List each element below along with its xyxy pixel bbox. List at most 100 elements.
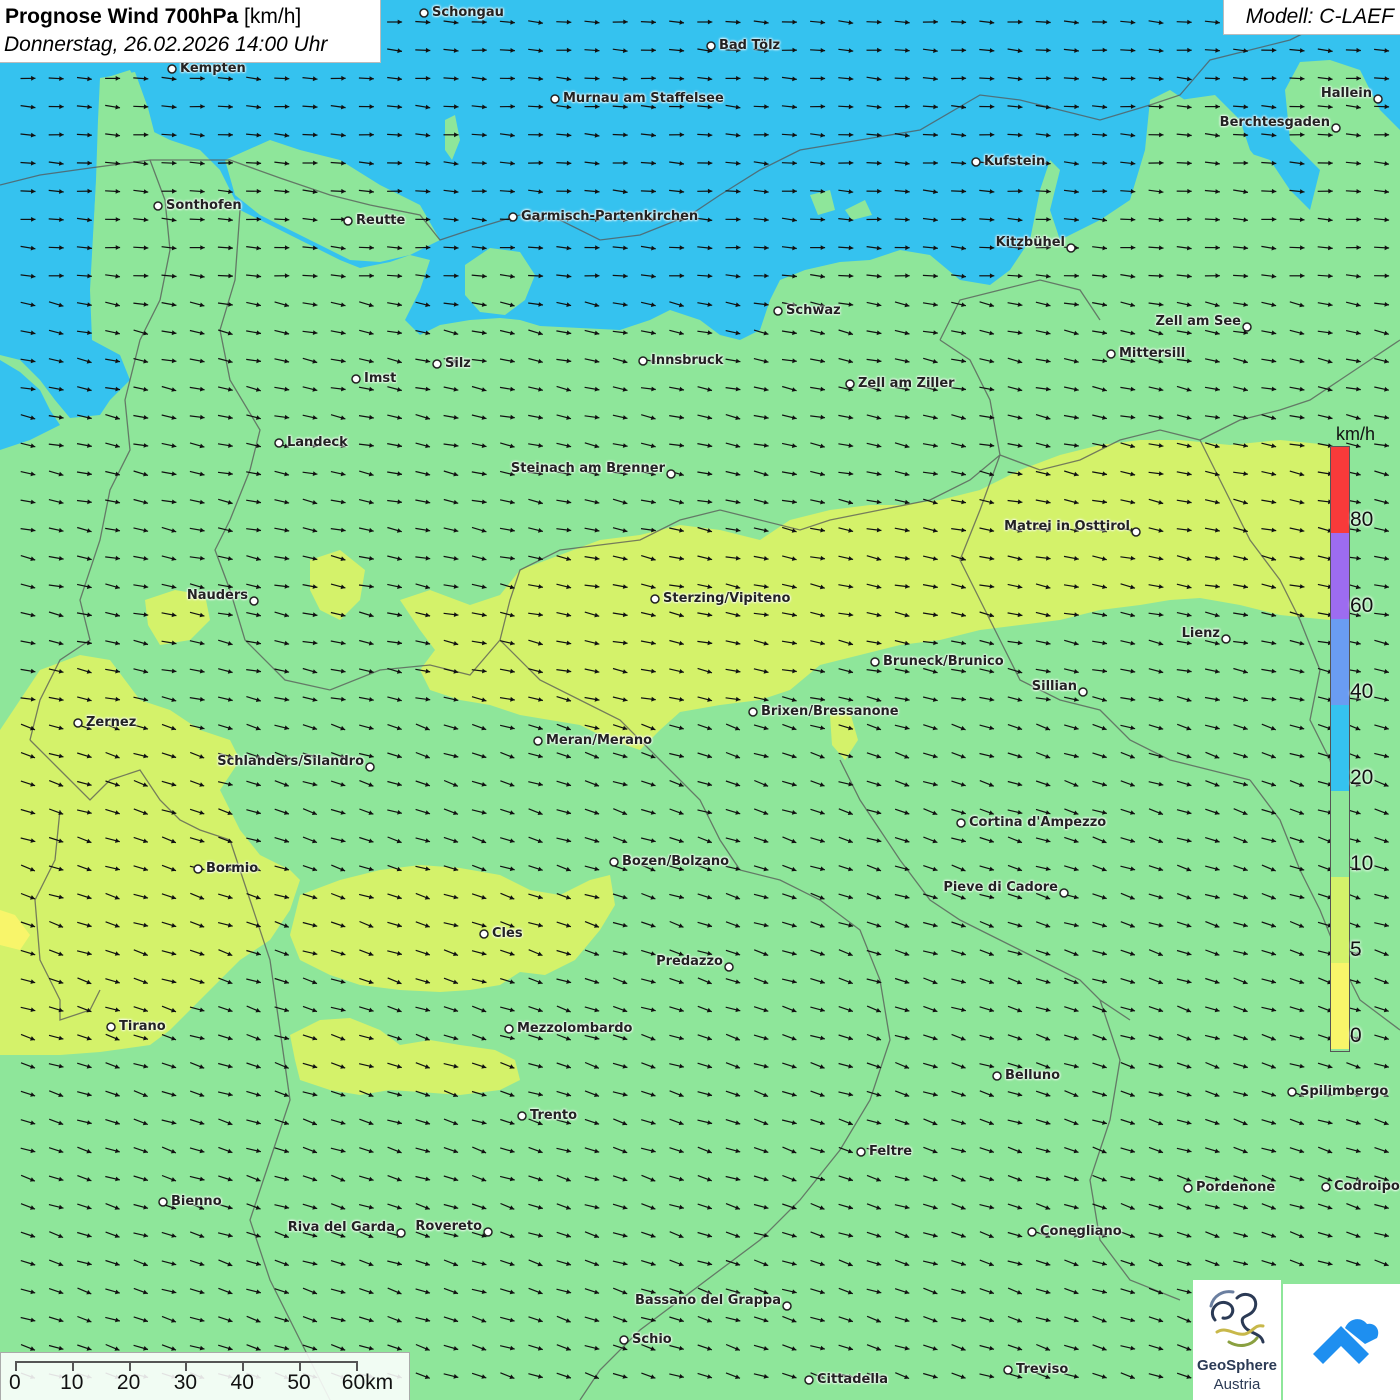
city-marker[interactable]: [517, 1111, 527, 1121]
scale-label: 50: [287, 1371, 311, 1394]
scale-label: 40: [230, 1371, 254, 1394]
legend-label: 60: [1350, 594, 1374, 617]
title-box: Prognose Wind 700hPa [km/h] Donnerstag, …: [0, 0, 381, 63]
color-legend: km/h 80 60 40 20 10 5 0: [1328, 422, 1398, 1054]
city-marker[interactable]: [351, 374, 361, 384]
city-marker[interactable]: [638, 356, 648, 366]
city-marker[interactable]: [533, 736, 543, 746]
city-marker[interactable]: [365, 762, 375, 772]
city-label: Bozen/Bolzano: [622, 854, 730, 869]
legend-swatch: [1331, 791, 1349, 877]
model-box: Modell: C-LAEF: [1223, 0, 1400, 35]
city-marker[interactable]: [956, 818, 966, 828]
model-label: Modell: C-LAEF: [1245, 5, 1394, 28]
city-marker[interactable]: [396, 1228, 406, 1238]
city-label: Brixen/Bressanone: [761, 704, 899, 719]
city-marker[interactable]: [1287, 1087, 1297, 1097]
legend-label: 10: [1350, 852, 1374, 875]
city-marker[interactable]: [167, 64, 177, 74]
scale-label: 30: [173, 1371, 198, 1394]
city-marker[interactable]: [971, 157, 981, 167]
city-marker[interactable]: [724, 962, 734, 972]
legend-label: 80: [1350, 508, 1374, 531]
city-label: Feltre: [869, 1144, 913, 1159]
city-marker[interactable]: [274, 438, 284, 448]
city-marker[interactable]: [619, 1335, 629, 1345]
wind-forecast-map: Schongau Bad Tölz Kempten Murnau am Staffel…: [0, 0, 1400, 1400]
cloud-chevron-icon: [1313, 1319, 1379, 1364]
city-label: Hallein: [1320, 86, 1372, 101]
geosphere-logo-line2: Austria: [1213, 1376, 1261, 1393]
city-marker[interactable]: [1221, 634, 1231, 644]
city-marker[interactable]: [666, 469, 676, 479]
city-marker[interactable]: [782, 1301, 792, 1311]
city-label: Berchtesgaden: [1219, 115, 1330, 130]
city-label: Steinach am Brenner: [510, 461, 665, 476]
city-marker[interactable]: [856, 1147, 866, 1157]
city-marker[interactable]: [1242, 322, 1252, 332]
city-label: Codroipo: [1334, 1179, 1400, 1194]
city-label: Schwaz: [786, 303, 841, 318]
map-title: Prognose Wind 700hPa [km/h]: [5, 5, 301, 29]
city-marker[interactable]: [193, 864, 203, 874]
city-label: Schio: [632, 1332, 672, 1347]
city-marker[interactable]: [1078, 687, 1088, 697]
city-marker[interactable]: [153, 201, 163, 211]
city-label: Cles: [492, 926, 523, 941]
city-marker[interactable]: [1321, 1182, 1331, 1192]
city-marker[interactable]: [804, 1375, 814, 1385]
city-label: Bassano del Grappa: [635, 1293, 781, 1308]
city-marker[interactable]: [1106, 349, 1116, 359]
city-label: Bruneck/Brunico: [883, 654, 1004, 669]
city-marker[interactable]: [483, 1227, 493, 1237]
city-label: Innsbruck: [651, 353, 724, 368]
city-marker[interactable]: [479, 929, 489, 939]
title-unit: [km/h]: [244, 5, 302, 28]
city-marker[interactable]: [1003, 1365, 1013, 1375]
city-marker[interactable]: [106, 1022, 116, 1032]
city-label: Mittersill: [1119, 346, 1186, 361]
city-label: Cortina d'Ampezzo: [969, 815, 1107, 830]
city-label: Riva del Garda: [287, 1220, 395, 1235]
city-label: Garmisch-Partenkirchen: [521, 209, 699, 224]
city-label: Spilimbergo: [1300, 1084, 1389, 1099]
city-marker[interactable]: [73, 718, 83, 728]
city-marker[interactable]: [1059, 888, 1069, 898]
weather-app-logo[interactable]: [1283, 1284, 1400, 1400]
city-marker[interactable]: [773, 306, 783, 316]
city-label: Pordenone: [1196, 1180, 1276, 1195]
geosphere-logo[interactable]: GeoSphere Austria: [1193, 1280, 1281, 1400]
title-main: Prognose Wind 700hPa: [5, 5, 239, 28]
city-label: Zell am See: [1155, 314, 1241, 329]
city-label: Sillian: [1031, 679, 1077, 694]
city-label: Silz: [445, 356, 471, 371]
city-marker[interactable]: [845, 379, 855, 389]
city-marker[interactable]: [550, 94, 560, 104]
city-label: Matrei in Osttirol: [1004, 519, 1130, 534]
legend-label: 0: [1350, 1024, 1362, 1047]
city-marker[interactable]: [1066, 243, 1076, 253]
city-label: Cittadella: [817, 1372, 889, 1387]
city-marker[interactable]: [419, 8, 429, 18]
city-marker[interactable]: [158, 1197, 168, 1207]
city-marker[interactable]: [1373, 94, 1383, 104]
city-marker[interactable]: [748, 707, 758, 717]
city-marker[interactable]: [1131, 527, 1141, 537]
city-marker[interactable]: [1183, 1183, 1193, 1193]
city-marker[interactable]: [609, 857, 619, 867]
city-marker[interactable]: [1027, 1227, 1037, 1237]
city-marker[interactable]: [650, 594, 660, 604]
city-marker[interactable]: [992, 1071, 1002, 1081]
city-marker[interactable]: [706, 41, 716, 51]
legend-unit: km/h: [1336, 424, 1376, 444]
scale-tick: [128, 1361, 131, 1371]
city-marker[interactable]: [1331, 123, 1341, 133]
city-marker[interactable]: [432, 359, 442, 369]
city-marker[interactable]: [249, 596, 259, 606]
city-marker[interactable]: [508, 212, 518, 222]
city-marker[interactable]: [504, 1024, 514, 1034]
city-marker[interactable]: [870, 657, 880, 667]
city-marker[interactable]: [343, 216, 353, 226]
scale-label: 20: [116, 1371, 141, 1394]
geosphere-logo-line1: GeoSphere: [1196, 1357, 1278, 1374]
